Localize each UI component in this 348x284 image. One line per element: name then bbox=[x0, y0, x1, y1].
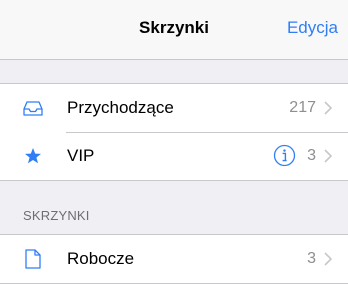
edit-button[interactable]: Edycja bbox=[287, 18, 338, 38]
unread-count: 3 bbox=[307, 147, 316, 164]
mailbox-label: Przychodzące bbox=[67, 98, 174, 117]
chevron-right-icon bbox=[324, 149, 333, 163]
folder-label: Robocze bbox=[67, 249, 135, 268]
chevron-right-icon bbox=[324, 101, 333, 115]
navigation-bar: Skrzynki Edycja bbox=[0, 0, 348, 60]
item-count: 3 bbox=[307, 250, 316, 267]
inbox-tray-icon bbox=[22, 97, 44, 119]
mailbox-row-vip[interactable]: VIP 3 bbox=[0, 132, 348, 180]
unread-count: 217 bbox=[289, 99, 316, 116]
mailbox-row-inbox[interactable]: Przychodzące 217 bbox=[0, 84, 348, 132]
star-icon bbox=[22, 145, 44, 167]
folder-row-drafts[interactable]: Robocze 3 bbox=[0, 235, 348, 283]
mailboxes-group: Przychodzące 217 VIP 3 bbox=[0, 83, 348, 181]
mailbox-label: VIP bbox=[67, 146, 95, 165]
document-icon bbox=[22, 248, 44, 270]
section-header: SKRZYNKI bbox=[23, 208, 90, 223]
chevron-right-icon bbox=[324, 252, 333, 266]
info-icon[interactable] bbox=[273, 144, 296, 167]
folders-group: Robocze 3 bbox=[0, 234, 348, 284]
